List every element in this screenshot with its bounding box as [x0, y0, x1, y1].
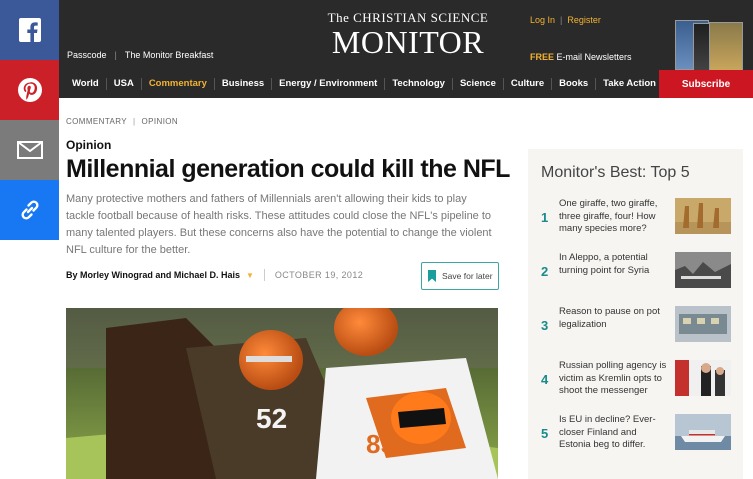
rank-number: 2 [541, 264, 549, 279]
sidebar-title: Monitor's Best: Top 5 [541, 164, 690, 181]
nav-item-books[interactable]: Books [552, 78, 597, 90]
page-title: Millennial generation could kill the NFL [66, 155, 510, 183]
list-item[interactable]: 2 In Aleppo, a potential turning point f… [541, 252, 737, 296]
email-share-button[interactable] [0, 120, 59, 180]
bookmark-icon [428, 270, 436, 282]
list-item[interactable]: 5 Is EU in decline? Ever-closer Finland … [541, 414, 737, 458]
nav-item-world[interactable]: World [65, 78, 107, 90]
article-summary: Many protective mothers and fathers of M… [66, 193, 492, 256]
facebook-icon [18, 18, 41, 42]
nav-item-usa[interactable]: USA [107, 78, 142, 90]
story-link[interactable]: Is EU in decline? Ever-closer Finland an… [559, 414, 669, 452]
nav-item-take-action[interactable]: Take Action [596, 78, 664, 90]
rank-number: 1 [541, 210, 549, 225]
separator: | [560, 15, 563, 25]
site-header: Passcode | The Monitor Breakfast The CHR… [59, 0, 753, 98]
rank-number: 4 [541, 372, 549, 387]
pinterest-icon [17, 78, 42, 102]
list-item[interactable]: 3 Reason to pause on pot legalization [541, 306, 737, 350]
nav-item-science[interactable]: Science [453, 78, 504, 90]
free-label: FREE [530, 52, 555, 62]
rank-number: 3 [541, 318, 549, 333]
ferry-thumbnail-image[interactable] [675, 414, 731, 450]
site-logo[interactable]: The CHRISTIAN SCIENCE MONITOR [313, 10, 503, 58]
pot-legalization-thumbnail-image[interactable] [675, 306, 731, 342]
kremlin-thumbnail-image[interactable] [675, 360, 731, 396]
story-link[interactable]: In Aleppo, a potential turning point for… [559, 252, 669, 277]
story-link[interactable]: One giraffe, two giraffe, three giraffe,… [559, 198, 669, 236]
pinterest-share-button[interactable] [0, 60, 59, 120]
list-item[interactable]: 4 Russian polling agency is victim as Kr… [541, 360, 737, 404]
newsletters-link[interactable]: FREE E-mail Newsletters [530, 52, 632, 62]
link-icon [20, 200, 39, 220]
byline: By Morley Winograd and Michael D. Hais ▼… [66, 269, 363, 281]
divider [263, 269, 265, 281]
breadcrumb: COMMENTARY | OPINION [66, 117, 178, 126]
main-nav: World USA Commentary Business Energy / E… [59, 70, 753, 98]
save-label: Save for later [442, 271, 493, 281]
aleppo-thumbnail-image[interactable] [675, 252, 731, 288]
monitor-breakfast-link[interactable]: The Monitor Breakfast [125, 50, 214, 60]
account-links: Log In | Register [530, 15, 601, 25]
separator: | [133, 117, 136, 126]
top-five-sidebar: Monitor's Best: Top 5 1 One giraffe, two… [528, 149, 743, 479]
story-link[interactable]: Russian polling agency is victim as Krem… [559, 360, 669, 398]
passcode-link[interactable]: Passcode [67, 50, 107, 60]
magazine-covers-image[interactable] [675, 18, 743, 74]
football-photo-image: 52 85 [66, 308, 498, 479]
facebook-share-button[interactable] [0, 0, 59, 60]
breadcrumb-commentary[interactable]: COMMENTARY [66, 117, 127, 126]
story-link[interactable]: Reason to pause on pot legalization [559, 306, 669, 331]
nav-item-culture[interactable]: Culture [504, 78, 553, 90]
email-icon [16, 141, 43, 159]
author-names[interactable]: By Morley Winograd and Michael D. Hais [66, 270, 240, 280]
svg-text:85: 85 [366, 429, 395, 459]
list-item[interactable]: 1 One giraffe, two giraffe, three giraff… [541, 198, 737, 242]
section-label: Opinion [66, 138, 112, 152]
login-link[interactable]: Log In [530, 15, 555, 25]
nav-item-technology[interactable]: Technology [385, 78, 453, 90]
svg-text:52: 52 [256, 403, 287, 434]
separator: | [114, 50, 117, 60]
copy-link-button[interactable] [0, 180, 59, 240]
share-bar [0, 0, 59, 240]
nav-item-commentary[interactable]: Commentary [142, 78, 215, 90]
header-top: Passcode | The Monitor Breakfast The CHR… [59, 0, 753, 73]
header-links: Passcode | The Monitor Breakfast [67, 50, 213, 60]
register-link[interactable]: Register [567, 15, 601, 25]
dropdown-triangle-icon[interactable]: ▼ [246, 271, 254, 280]
giraffes-thumbnail-image[interactable] [675, 198, 731, 234]
rank-number: 5 [541, 426, 549, 441]
breadcrumb-opinion[interactable]: OPINION [142, 117, 179, 126]
nav-item-business[interactable]: Business [215, 78, 273, 90]
subscribe-button[interactable]: Subscribe [659, 70, 753, 98]
newsletters-label: E-mail Newsletters [556, 52, 632, 62]
article-photo[interactable]: 52 85 [66, 308, 498, 479]
nav-item-energy-environment[interactable]: Energy / Environment [272, 78, 386, 90]
logo-main-text: MONITOR [331, 24, 485, 60]
article-date: OCTOBER 19, 2012 [274, 270, 364, 280]
save-for-later-button[interactable]: Save for later [421, 262, 499, 290]
magazine-cover [709, 22, 743, 72]
